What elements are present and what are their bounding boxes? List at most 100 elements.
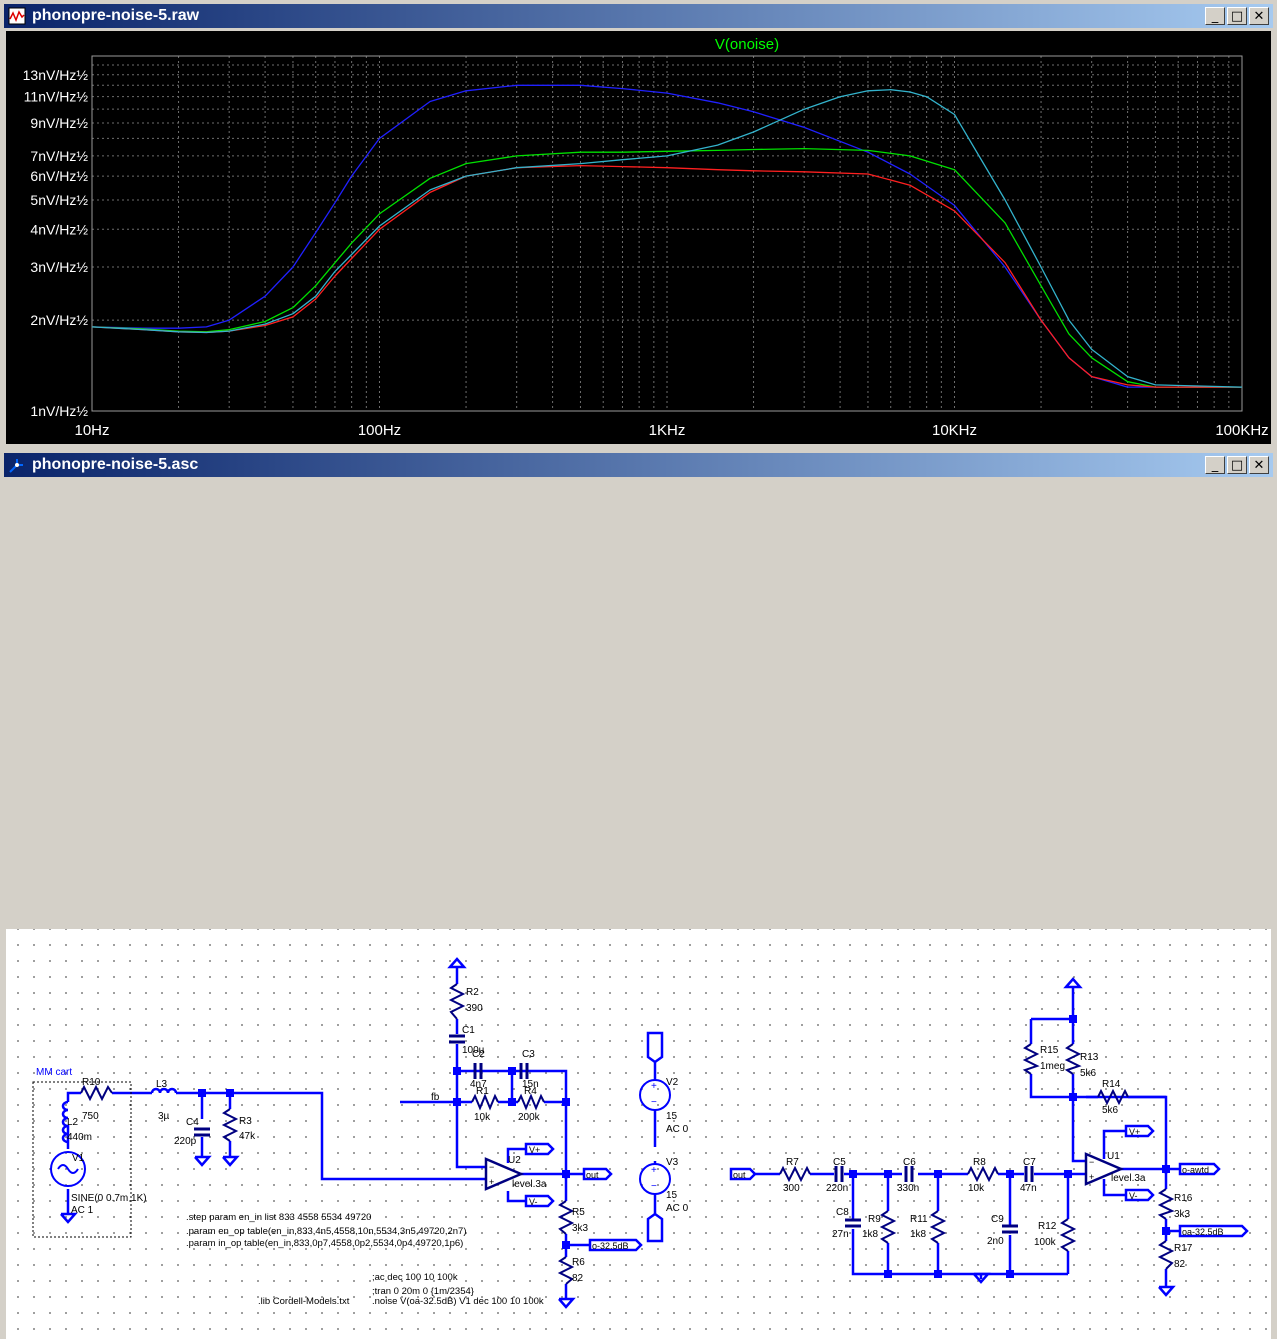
y-tick-label: 9nV/Hz½ xyxy=(30,115,88,131)
r9-value: 1k8 xyxy=(862,1229,879,1240)
directive-step: .step param en_in list 833 4558 5534 497… xyxy=(186,1212,371,1223)
directive-ac: ;ac dec 100 10 100k xyxy=(372,1272,458,1283)
u1-value: level.3a xyxy=(1111,1173,1146,1184)
minimize-button[interactable]: _ xyxy=(1205,7,1225,25)
u1-label: U1 xyxy=(1107,1151,1120,1162)
directive-lib: .lib Cordell-Models.txt xyxy=(258,1296,350,1307)
v2-ac: AC 0 xyxy=(666,1124,689,1135)
minimize-button[interactable]: _ xyxy=(1205,456,1225,474)
r12-value: 100k xyxy=(1034,1237,1057,1248)
l2-value: 440m xyxy=(67,1132,92,1143)
c8-label: C8 xyxy=(836,1207,849,1218)
r16-label: R16 xyxy=(1174,1193,1193,1204)
schematic-canvas[interactable]: + − + − − + − + MM cart R10 750 L2 440m … xyxy=(6,929,1271,1339)
l2-label: L2 xyxy=(67,1117,79,1128)
x-tick-label: 100Hz xyxy=(358,422,401,439)
schematic-icon xyxy=(9,459,23,473)
y-tick-label: 1nV/Hz½ xyxy=(30,403,88,419)
schematic-titlebar[interactable]: phonopre-noise-5.asc _ □ ✕ xyxy=(4,453,1273,477)
v1-value: SINE(0 0.7m 1K) xyxy=(71,1193,147,1204)
oa-32.5db-label: oa-32.5dB xyxy=(1182,1227,1224,1237)
x-tick-label: 100KHz xyxy=(1215,422,1268,439)
svg-text:−: − xyxy=(489,1162,494,1172)
r6-value: 82 xyxy=(572,1273,584,1284)
y-tick-label: 3nV/Hz½ xyxy=(30,259,88,275)
sources xyxy=(50,1079,671,1195)
x-tick-label: 10Hz xyxy=(74,422,109,439)
r2-value: 390 xyxy=(466,1003,483,1014)
y-tick-label: 4nV/Hz½ xyxy=(30,221,88,237)
v2-label: V2 xyxy=(666,1077,679,1088)
c6-label: C6 xyxy=(903,1157,916,1168)
c9-value: 2n0 xyxy=(987,1236,1004,1247)
u2-label: U2 xyxy=(508,1155,521,1166)
r7-value: 300 xyxy=(783,1183,800,1194)
u1-vminus-label: V- xyxy=(1129,1191,1138,1201)
c4-label: C4 xyxy=(186,1117,199,1128)
c6-value: 330n xyxy=(897,1183,919,1194)
c5-label: C5 xyxy=(833,1157,846,1168)
y-tick-label: 7nV/Hz½ xyxy=(30,148,88,164)
plot-area[interactable]: 10Hz 100Hz 1KHz 10KHz 100KHz 1nV/Hz½ 2nV/Hz½ 3n… xyxy=(6,31,1271,444)
r8-label: R8 xyxy=(973,1157,986,1168)
r14-value: 5k6 xyxy=(1102,1105,1119,1116)
c7-value: 47n xyxy=(1020,1183,1037,1194)
r5-value: 3k3 xyxy=(572,1223,589,1234)
r2-label: R2 xyxy=(466,987,479,998)
r6-label: R6 xyxy=(572,1257,585,1268)
r12-label: R12 xyxy=(1038,1221,1057,1232)
c3-label: C3 xyxy=(522,1049,535,1060)
r7-label: R7 xyxy=(786,1157,799,1168)
c2-label: C2 xyxy=(472,1049,485,1060)
u2-vminus-label: V- xyxy=(529,1197,538,1207)
spice-directives: .step param en_in list 833 4558 5534 497… xyxy=(186,1212,544,1307)
y-tick-label: 5nV/Hz½ xyxy=(30,192,88,208)
close-button[interactable]: ✕ xyxy=(1249,7,1269,25)
y-tick-label: 11nV/Hz½ xyxy=(24,89,89,105)
c4-value: 220p xyxy=(174,1136,197,1147)
r8-value: 10k xyxy=(968,1183,985,1194)
svg-text:−: − xyxy=(651,1181,657,1192)
svg-text:+: + xyxy=(489,1177,494,1187)
r1-label: R1 xyxy=(476,1086,489,1097)
v2-value: 15 xyxy=(666,1111,678,1122)
l3-value: 3µ xyxy=(158,1111,170,1122)
waveform-titlebar[interactable]: phonopre-noise-5.raw _ □ ✕ xyxy=(4,4,1273,28)
waveform-icon xyxy=(8,7,26,25)
u2-value: level.3a xyxy=(512,1179,547,1190)
directive-param-en: .param en_op table(en_in,833,4n5,4558,10… xyxy=(186,1226,467,1237)
v3-ac: AC 0 xyxy=(666,1203,689,1214)
r10-value: 750 xyxy=(82,1111,99,1122)
svg-text:+: + xyxy=(651,1081,657,1092)
maximize-button[interactable]: □ xyxy=(1227,7,1247,25)
waveform-window: phonopre-noise-5.raw _ □ ✕ 10Hz 100Hz 1KHz… xyxy=(0,0,1277,446)
directive-param-in: .param in_op table(en_in,833,0p7,4558,0p… xyxy=(186,1238,463,1249)
r11-value: 1k8 xyxy=(910,1229,927,1240)
v1-label: V1 xyxy=(72,1153,85,1164)
schematic-drawing[interactable]: +− +− −+ −+ MM cart R10 750 L2 440m V1 S… xyxy=(6,929,1271,1339)
c7-label: C7 xyxy=(1023,1157,1036,1168)
r4-label: R4 xyxy=(524,1086,537,1097)
maximize-button[interactable]: □ xyxy=(1227,456,1247,474)
r17-value: 82 xyxy=(1174,1259,1186,1270)
c8-value: 27n xyxy=(832,1229,849,1240)
r1-value: 10k xyxy=(474,1112,491,1123)
r3-value: 47k xyxy=(239,1131,256,1142)
r10-label: R10 xyxy=(82,1077,101,1088)
r15-label: R15 xyxy=(1040,1045,1059,1056)
r5-label: R5 xyxy=(572,1207,585,1218)
r13-label: R13 xyxy=(1080,1052,1099,1063)
schematic-window-title: phonopre-noise-5.asc xyxy=(32,456,199,473)
out-label: out xyxy=(586,1170,599,1180)
c9-label: C9 xyxy=(991,1214,1004,1225)
r4-value: 200k xyxy=(518,1112,541,1123)
noise-plot[interactable]: 10Hz 100Hz 1KHz 10KHz 100KHz 1nV/Hz½ 2nV/Hz½ 3n… xyxy=(6,31,1271,444)
close-button[interactable]: ✕ xyxy=(1249,456,1269,474)
svg-text:−: − xyxy=(651,1097,657,1108)
u1-vplus-label: V+ xyxy=(1129,1127,1140,1137)
u2-vplus-label: V+ xyxy=(529,1145,540,1155)
y-tick-label: 2nV/Hz½ xyxy=(30,312,88,328)
svg-text:+: + xyxy=(651,1165,657,1176)
c1-label: C1 xyxy=(462,1025,475,1036)
r15-value: 1meg xyxy=(1040,1061,1065,1072)
